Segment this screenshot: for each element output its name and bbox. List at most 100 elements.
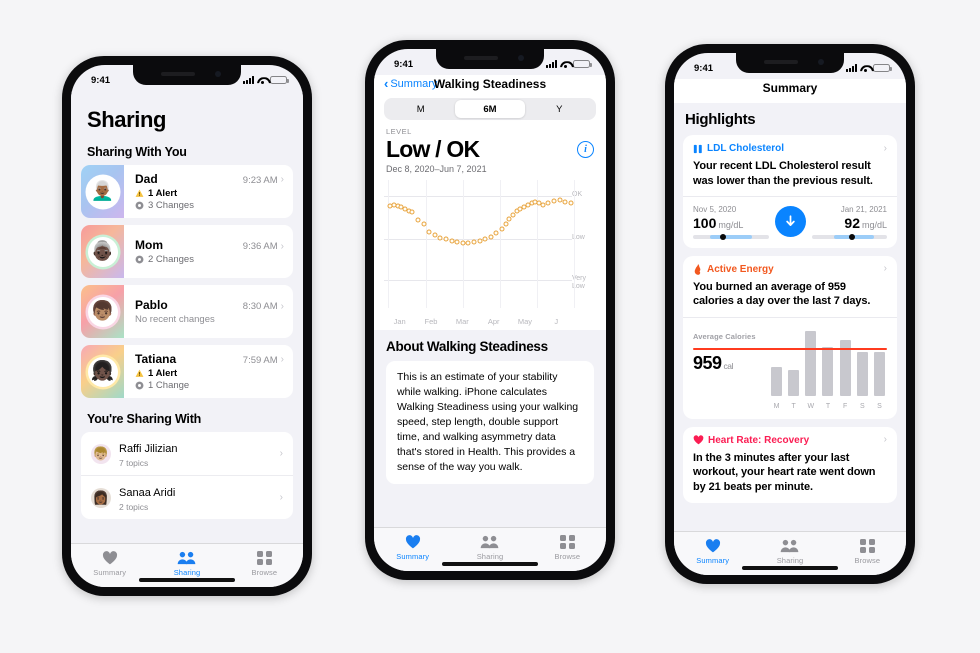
- tab-browse[interactable]: Browse: [829, 538, 906, 565]
- y-axis-label: Very Low: [572, 275, 587, 290]
- down-arrow-icon: [774, 206, 806, 238]
- people-icon: [177, 551, 196, 566]
- back-button[interactable]: ‹ Summary: [384, 77, 437, 90]
- range-segmented-control[interactable]: M 6M Y: [384, 98, 596, 120]
- data-point: [488, 234, 494, 240]
- phone-summary: 9:41 Summary Highlights LDL Cholesterol: [665, 44, 915, 584]
- card-description: In the 3 minutes after your last workout…: [693, 451, 876, 493]
- bar-column: [771, 326, 782, 396]
- tab-sharing[interactable]: Sharing: [148, 551, 225, 577]
- status-icons: [846, 63, 892, 73]
- warning-icon: [135, 189, 144, 197]
- chevron-right-icon: ›: [279, 491, 283, 503]
- list-item[interactable]: 👦🏼 Raffi Jilizian 7 topics ›: [81, 432, 293, 476]
- measure-date: Nov 5, 2020: [693, 204, 737, 214]
- home-indicator: [442, 562, 538, 566]
- share-row-dad[interactable]: 👨🏾‍🦳 Dad 9:23 AM ›: [81, 165, 293, 218]
- tab-summary[interactable]: Summary: [674, 539, 751, 565]
- segment-y[interactable]: Y: [525, 100, 594, 118]
- active-energy-chart: Average Calories 959 cal M T W T F S S: [693, 326, 887, 410]
- memoji-icon: 👧🏿: [87, 356, 118, 387]
- gridline: [388, 180, 389, 309]
- list-item[interactable]: 👩🏾 Sanaa Aridi 2 topics ›: [81, 476, 293, 519]
- card-title: Heart Rate: Recovery: [708, 434, 810, 446]
- x-axis-label: Jan: [393, 317, 406, 327]
- tab-browse[interactable]: Browse: [226, 550, 303, 577]
- tab-label: Sharing: [173, 567, 201, 577]
- data-point: [503, 221, 509, 227]
- status-time: 9:41: [694, 62, 714, 74]
- share-row-tatiana[interactable]: 👧🏿 Tatiana 7:59 AM › 1 Alert 1 Change: [81, 345, 293, 398]
- ldl-bars-icon: [693, 144, 702, 153]
- info-icon[interactable]: i: [577, 140, 594, 158]
- share-info: Mom 9:36 AM › 2 Changes: [124, 225, 293, 278]
- tab-summary[interactable]: Summary: [71, 551, 148, 577]
- x-axis-label: S: [859, 402, 865, 410]
- data-point: [421, 221, 427, 227]
- x-axis-label: J: [554, 317, 559, 327]
- tab-label: Summary: [696, 555, 730, 565]
- x-axis-label: May: [517, 317, 533, 327]
- wifi-icon: [860, 64, 870, 73]
- gridline: [425, 180, 427, 309]
- tab-summary[interactable]: Summary: [374, 535, 451, 561]
- tab-sharing[interactable]: Sharing: [751, 539, 828, 565]
- topic-count: 2 topics: [119, 502, 149, 512]
- notch: [133, 65, 241, 85]
- people-icon: [780, 539, 799, 554]
- alert-text: 1 Alert: [148, 187, 178, 199]
- data-point: [499, 226, 505, 232]
- person-name: Pablo: [135, 298, 168, 312]
- card-description: You burned an average of 959 calories a …: [693, 280, 871, 308]
- person-name: Dad: [135, 171, 158, 186]
- data-point: [437, 235, 443, 241]
- speaker-icon: [161, 72, 195, 76]
- chevron-right-icon: ›: [280, 300, 284, 312]
- x-axis-label: Feb: [424, 317, 438, 327]
- measure-value: 92: [844, 214, 860, 231]
- card-header: Heart Rate: Recovery ›: [693, 435, 887, 446]
- heart-icon: [405, 535, 421, 550]
- warning-icon: [135, 369, 144, 377]
- notch: [436, 49, 544, 69]
- share-row-pablo[interactable]: 👦🏽 Pablo 8:30 AM › No recent changes: [81, 285, 293, 338]
- gear-icon: [135, 255, 144, 264]
- bar-column: [822, 326, 834, 396]
- battery-icon: [873, 63, 892, 73]
- data-point: [545, 200, 551, 206]
- gridline: [499, 180, 501, 309]
- average-value: 959: [693, 352, 722, 373]
- data-point: [449, 238, 455, 244]
- card-ldl-cholesterol[interactable]: LDL Cholesterol › Your recent LDL Choles…: [683, 135, 897, 248]
- gridline: [384, 195, 572, 197]
- date-range: Dec 8, 2020–Jun 7, 2021: [386, 164, 487, 175]
- share-row-mom[interactable]: 👵🏿 Mom 9:36 AM › 2 Changes: [81, 225, 293, 278]
- chart-bars: [771, 326, 885, 396]
- topics-list: 👦🏼 Raffi Jilizian 7 topics › 👩🏾 Sanaa Ar…: [81, 432, 293, 519]
- segment-m[interactable]: M: [386, 100, 455, 118]
- wifi-icon: [560, 60, 570, 69]
- changes-text: 3 Changes: [148, 200, 194, 212]
- range-marker: [720, 233, 727, 240]
- phone-sharing: 9:41 Sharing Sharing With You 👨🏾‍🦳: [62, 56, 312, 596]
- about-card: This is an estimate of your stability wh…: [386, 361, 594, 484]
- tab-sharing[interactable]: Sharing: [451, 535, 528, 561]
- card-heart-rate-recovery[interactable]: Heart Rate: Recovery › In the 3 minutes …: [683, 426, 897, 504]
- card-active-energy[interactable]: Active Energy › You burned an average of…: [683, 255, 897, 419]
- segment-6m[interactable]: 6M: [455, 100, 525, 118]
- chevron-right-icon: ›: [883, 263, 887, 275]
- section-youre-sharing-with: You're Sharing With: [87, 412, 202, 426]
- heart-icon: [705, 539, 721, 554]
- no-changes-text: No recent changes: [135, 314, 215, 325]
- alert-line: 1 Alert: [135, 188, 284, 199]
- chevron-right-icon: ›: [279, 447, 283, 459]
- chevron-right-icon: ›: [280, 240, 284, 252]
- heart-icon: [102, 551, 118, 566]
- home-indicator: [139, 578, 235, 582]
- chart-caption: Average Calories: [693, 331, 756, 341]
- tab-browse[interactable]: Browse: [529, 534, 606, 561]
- page-title: Summary: [762, 81, 818, 95]
- people-icon: [480, 535, 499, 550]
- battery-icon: [573, 59, 592, 69]
- chart-x-axis: Jan Feb Mar Apr May J: [384, 317, 572, 326]
